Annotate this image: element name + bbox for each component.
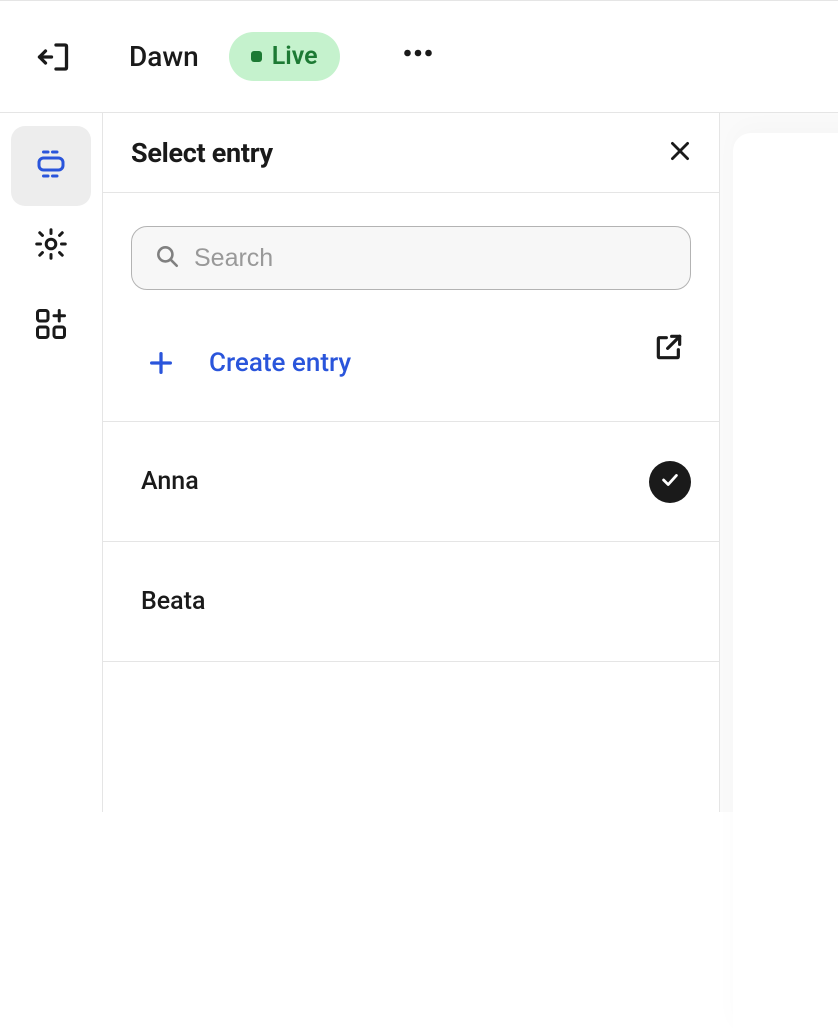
create-entry-button[interactable]: Create entry	[131, 323, 691, 421]
rail-item-sections[interactable]	[11, 126, 91, 206]
site-name: Dawn	[129, 40, 199, 73]
right-column	[720, 113, 838, 812]
open-external-button[interactable]	[653, 331, 685, 367]
panel-header: Select entry	[103, 113, 719, 193]
search-icon	[154, 243, 180, 273]
entry-item[interactable]: Beata	[103, 542, 719, 662]
top-bar: Dawn Live	[0, 0, 838, 113]
more-menu-button[interactable]	[400, 35, 436, 78]
sections-icon	[33, 146, 69, 186]
body-layout: Select entry	[0, 113, 838, 812]
entry-name: Anna	[141, 467, 199, 496]
check-icon	[659, 469, 681, 495]
selected-indicator	[649, 461, 691, 503]
external-link-icon	[653, 348, 685, 367]
create-entry-label: Create entry	[209, 348, 351, 378]
status-dot-icon	[251, 51, 262, 62]
rail-item-apps[interactable]	[11, 286, 91, 366]
gear-icon	[33, 226, 69, 266]
close-icon	[667, 149, 693, 168]
rail-item-settings[interactable]	[11, 206, 91, 286]
apps-add-icon	[33, 306, 69, 346]
entry-item[interactable]: Anna	[103, 422, 719, 542]
status-badge: Live	[229, 32, 340, 81]
search-input[interactable]	[194, 244, 668, 273]
search-box[interactable]	[131, 226, 691, 290]
select-entry-panel: Select entry	[102, 113, 720, 812]
panel-title: Select entry	[131, 137, 273, 169]
entry-name: Beata	[141, 587, 205, 616]
side-rail	[0, 113, 102, 812]
exit-icon[interactable]	[35, 39, 71, 75]
right-card	[733, 133, 838, 1033]
close-button[interactable]	[667, 138, 693, 168]
plus-icon	[131, 349, 191, 377]
search-section: Create entry	[103, 193, 719, 422]
status-label: Live	[272, 42, 318, 71]
